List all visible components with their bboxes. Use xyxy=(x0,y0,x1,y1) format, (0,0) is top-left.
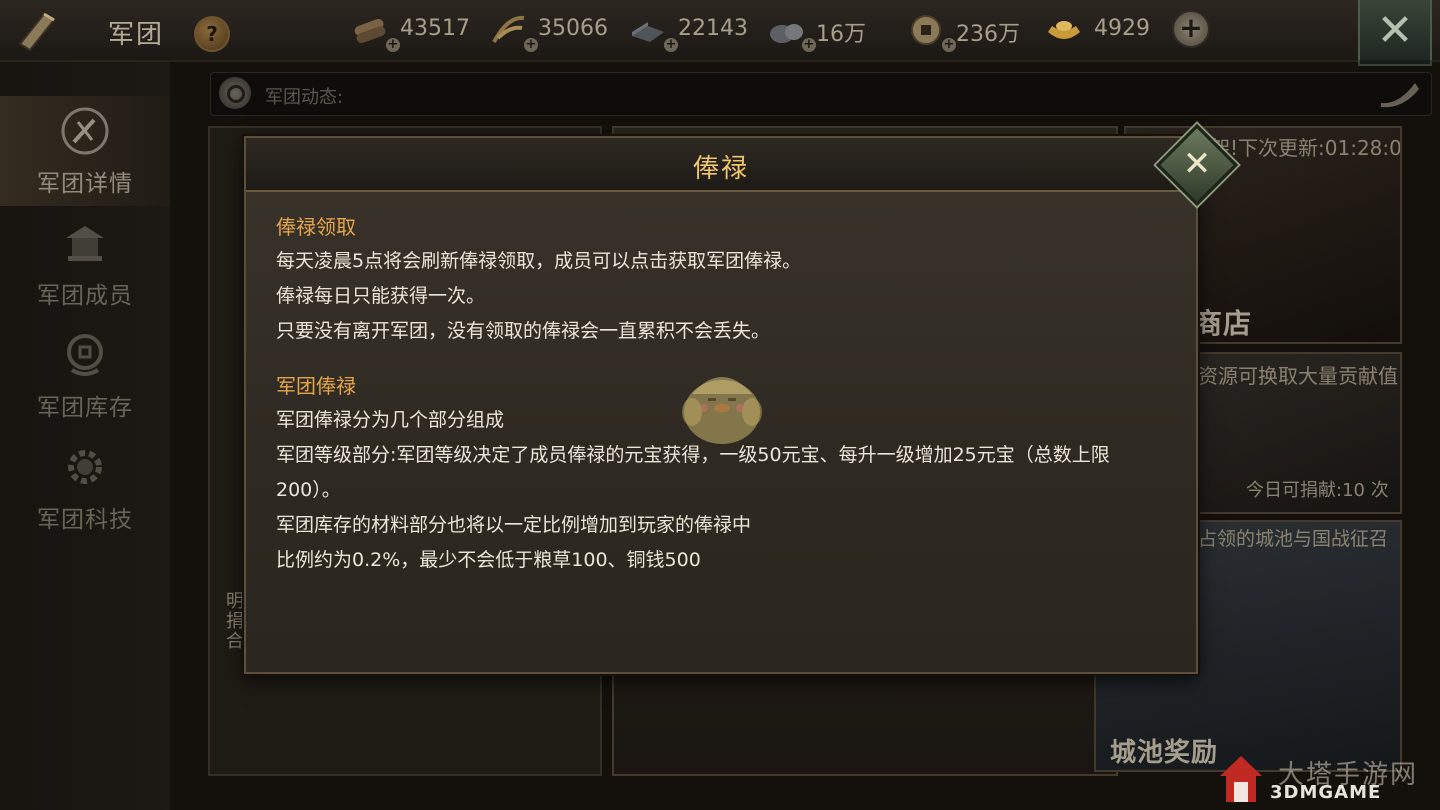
plus-icon[interactable]: + xyxy=(664,38,678,52)
plus-icon[interactable]: + xyxy=(386,38,400,52)
page-title: 军团 xyxy=(108,20,165,50)
section-title-claim: 俸禄领取 xyxy=(276,215,356,239)
text-line: 只要没有离开军团，没有领取的俸禄会一直累积不会丢失。 xyxy=(276,320,771,342)
salary-dialog: 俸禄 俸禄领取 每天凌晨5点将会刷新俸禄领取，成员可以点击获取军团俸禄。 俸禄每… xyxy=(244,136,1198,674)
close-icon: ✕ xyxy=(1182,144,1212,184)
resource-value: 16万 xyxy=(816,22,866,47)
dialog-header: 俸禄 xyxy=(246,138,1196,192)
plus-icon[interactable]: + xyxy=(802,38,816,52)
close-page-button[interactable]: ✕ xyxy=(1358,0,1432,66)
plus-icon[interactable]: + xyxy=(942,38,956,52)
watermark-logo-icon xyxy=(1220,756,1262,802)
gold-ingot-icon xyxy=(1048,21,1080,39)
text-line: 比例约为0.2%，最少不会低于粮草100、铜钱500 xyxy=(276,549,701,571)
resource-value: 43517 xyxy=(400,16,470,41)
scroll-icon xyxy=(18,12,56,52)
dialog-title: 俸禄 xyxy=(692,154,749,184)
grain-icon xyxy=(492,15,525,43)
watermark-brand: 3DMGAME xyxy=(1270,782,1382,803)
stone-icon xyxy=(770,24,803,43)
resource-value: 4929 xyxy=(1094,16,1150,41)
question-icon[interactable]: ? xyxy=(194,16,230,52)
resource-value: 236万 xyxy=(956,22,1020,47)
text-line: 军团库存的材料部分也将以一定比例增加到玩家的俸禄中 xyxy=(276,514,752,536)
iron-icon xyxy=(632,22,664,42)
top-bar: 军团 ? + 43517 + 35066 + 22143 + 16万 + 236… xyxy=(0,0,1440,66)
text-line: 军团等级部分:军团等级决定了成员俸禄的元宝获得，一级50元宝、每升一级增加25元… xyxy=(276,444,1110,501)
chick-mascot-icon xyxy=(682,377,762,444)
site-watermark: 大塔手游网 3DMGAME xyxy=(1216,752,1436,806)
plus-icon[interactable]: + xyxy=(524,38,538,52)
copper-coin-icon xyxy=(911,15,941,45)
text-line: 每天凌晨5点将会刷新俸禄领取，成员可以点击获取军团俸禄。 xyxy=(276,250,802,272)
resource-value: 35066 xyxy=(538,16,608,41)
text-line: 俸禄每日只能获得一次。 xyxy=(276,285,486,307)
wood-icon xyxy=(354,18,386,44)
add-resource-button[interactable]: + xyxy=(1172,10,1210,48)
resource-value: 22143 xyxy=(678,16,748,41)
